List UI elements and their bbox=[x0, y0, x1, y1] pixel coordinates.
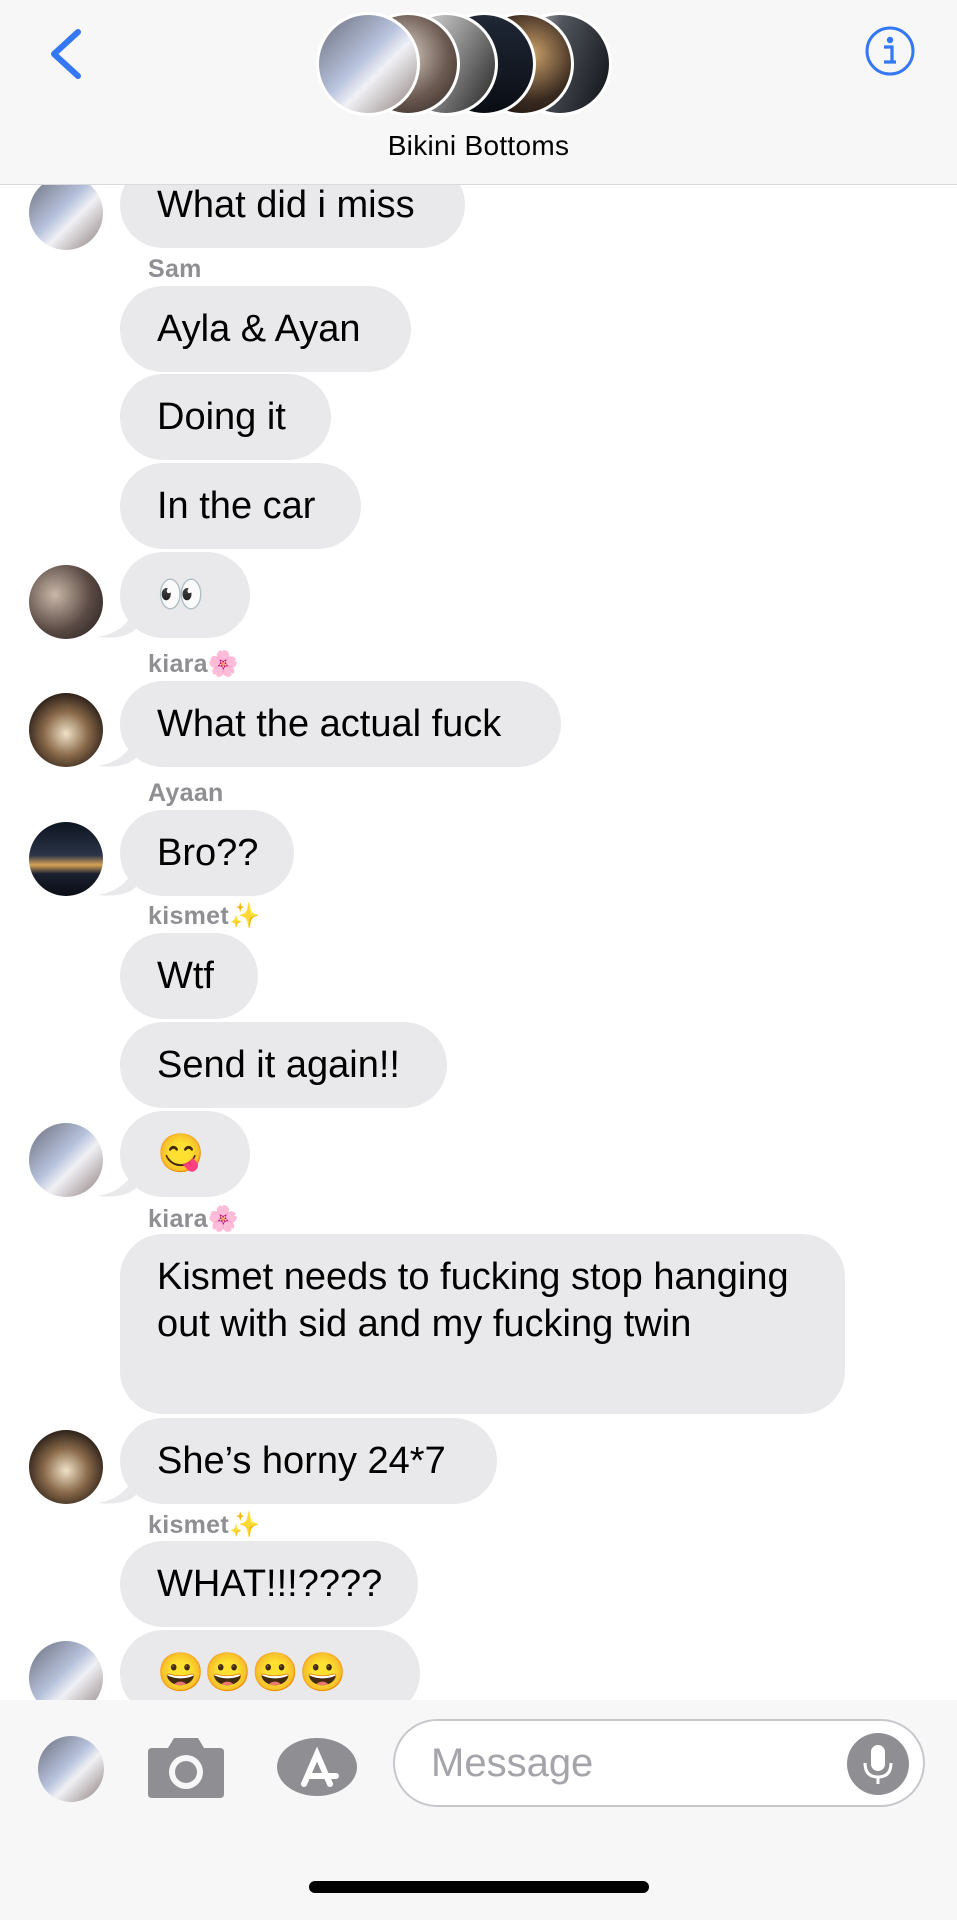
message-text: In the car bbox=[157, 484, 316, 527]
bubble-tail bbox=[98, 861, 136, 896]
avatar[interactable] bbox=[29, 176, 103, 250]
composer-bar: Message bbox=[0, 1700, 957, 1920]
message-bubble[interactable]: Kismet needs to fucking stop hanging out… bbox=[120, 1234, 845, 1414]
message-bubble[interactable]: 😋 bbox=[120, 1111, 250, 1197]
sender-name: Ayaan bbox=[148, 779, 224, 807]
message-bubble[interactable]: Ayla & Ayan bbox=[120, 286, 411, 372]
sender-name: kiara🌸 bbox=[148, 1205, 240, 1233]
bubble-tail bbox=[98, 1162, 136, 1197]
bubble-tail bbox=[98, 603, 136, 638]
message-text: Send it again!! bbox=[157, 1043, 400, 1086]
message-bubble[interactable]: 😀😀😀😀 bbox=[120, 1630, 420, 1700]
message-text: 😋 bbox=[157, 1132, 205, 1175]
message-placeholder: Message bbox=[431, 1741, 594, 1785]
message-bubble[interactable]: What the actual fuck bbox=[120, 681, 561, 767]
app-store-icon[interactable] bbox=[274, 1736, 360, 1798]
message-list[interactable]: What did i miss Sam Ayla & Ayan Doing it… bbox=[0, 0, 957, 1700]
avatar[interactable] bbox=[29, 1430, 103, 1504]
chevron-left-icon[interactable] bbox=[46, 28, 86, 80]
message-text: Doing it bbox=[157, 395, 286, 438]
message-text: Wtf bbox=[157, 954, 214, 997]
message-input[interactable]: Message bbox=[393, 1719, 925, 1807]
avatar[interactable] bbox=[29, 1641, 103, 1700]
message-text: Kismet needs to fucking stop hanging out… bbox=[157, 1256, 789, 1345]
message-bubble[interactable]: Doing it bbox=[120, 374, 331, 460]
group-avatar-stack[interactable] bbox=[312, 12, 622, 116]
message-bubble[interactable]: WHAT!!!???? bbox=[120, 1541, 418, 1627]
message-text: Bro?? bbox=[157, 831, 259, 874]
home-indicator[interactable] bbox=[309, 1881, 649, 1893]
message-bubble[interactable]: Wtf bbox=[120, 933, 258, 1019]
sender-name: kismet✨ bbox=[148, 902, 261, 930]
message-text: Ayla & Ayan bbox=[157, 307, 361, 350]
avatar[interactable] bbox=[29, 693, 103, 767]
message-text: What the actual fuck bbox=[157, 702, 502, 745]
message-text: 👀 bbox=[157, 573, 205, 616]
info-icon[interactable] bbox=[864, 25, 916, 77]
group-name[interactable]: Bikini Bottoms bbox=[0, 130, 957, 162]
conversation-header: Bikini Bottoms bbox=[0, 0, 957, 185]
message-bubble[interactable]: In the car bbox=[120, 463, 361, 549]
message-bubble[interactable]: 👀 bbox=[120, 552, 250, 638]
bubble-tail bbox=[98, 1469, 136, 1504]
avatar[interactable] bbox=[29, 822, 103, 896]
sender-name: Sam bbox=[148, 255, 202, 283]
message-text: What did i miss bbox=[157, 183, 415, 226]
message-bubble[interactable]: Send it again!! bbox=[120, 1022, 447, 1108]
sender-name: kismet✨ bbox=[148, 1511, 261, 1539]
avatar bbox=[316, 12, 420, 116]
memoji-avatar-button[interactable] bbox=[38, 1736, 104, 1802]
avatar[interactable] bbox=[29, 565, 103, 639]
message-text: She’s horny 24*7 bbox=[157, 1439, 446, 1482]
avatar[interactable] bbox=[29, 1123, 103, 1197]
message-text: WHAT!!!???? bbox=[157, 1562, 383, 1605]
message-bubble[interactable]: Bro?? bbox=[120, 810, 294, 896]
microphone-icon[interactable] bbox=[847, 1733, 909, 1795]
sender-name: kiara🌸 bbox=[148, 650, 240, 678]
bubble-tail bbox=[98, 732, 136, 767]
camera-icon[interactable] bbox=[146, 1732, 226, 1800]
message-bubble[interactable]: She’s horny 24*7 bbox=[120, 1418, 497, 1504]
message-text: 😀😀😀😀 bbox=[157, 1651, 347, 1694]
